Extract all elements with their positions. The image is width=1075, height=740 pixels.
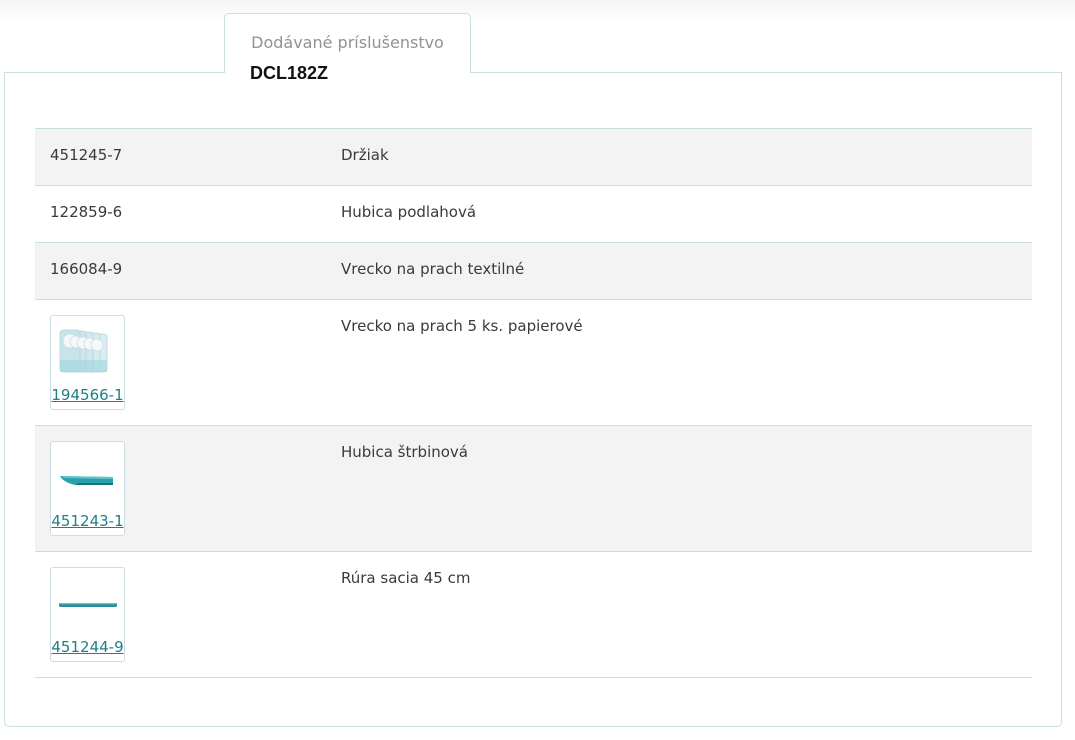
part-thumbnail[interactable]: 451244-9 xyxy=(50,567,125,662)
table-row: 166084-9 Vrecko na prach textilné xyxy=(35,243,1032,300)
top-shadow xyxy=(0,0,1075,22)
table-row: 451245-7 Držiak xyxy=(35,129,1032,186)
part-thumbnail[interactable]: 451243-1 xyxy=(50,441,125,536)
part-description: Vrecko na prach textilné xyxy=(341,260,525,278)
part-number-link[interactable]: 194566-1 xyxy=(51,386,124,404)
model-title: DCL182Z xyxy=(250,63,329,83)
table-row: 122859-6 Hubica podlahová xyxy=(35,186,1032,243)
part-number-link[interactable]: 451243-1 xyxy=(51,512,124,530)
paper-dust-bags-icon xyxy=(59,329,108,373)
part-number: 451245-7 xyxy=(50,146,123,164)
suction-tube-icon xyxy=(59,603,117,607)
table-row: 194566-1 Vrecko na prach 5 ks. papierové xyxy=(35,300,1032,426)
accessories-table: 451245-7 Držiak 122859-6 Hubica podlahov… xyxy=(35,128,1032,678)
table-row: 451244-9 Rúra sacia 45 cm xyxy=(35,552,1032,678)
table-row: 451243-1 Hubica štrbinová xyxy=(35,426,1032,552)
part-description: Držiak xyxy=(341,146,389,164)
part-description: Vrecko na prach 5 ks. papierové xyxy=(341,317,583,335)
part-number: 122859-6 xyxy=(50,203,123,221)
crevice-nozzle-icon xyxy=(60,476,113,485)
part-description: Hubica štrbinová xyxy=(341,443,468,461)
part-description: Hubica podlahová xyxy=(341,203,477,221)
part-number: 166084-9 xyxy=(50,260,123,278)
part-description: Rúra sacia 45 cm xyxy=(341,569,471,587)
part-number-link[interactable]: 451244-9 xyxy=(51,638,124,656)
tab-label: Dodávané príslušenstvo xyxy=(251,33,444,52)
part-thumbnail[interactable]: 194566-1 xyxy=(50,315,125,410)
